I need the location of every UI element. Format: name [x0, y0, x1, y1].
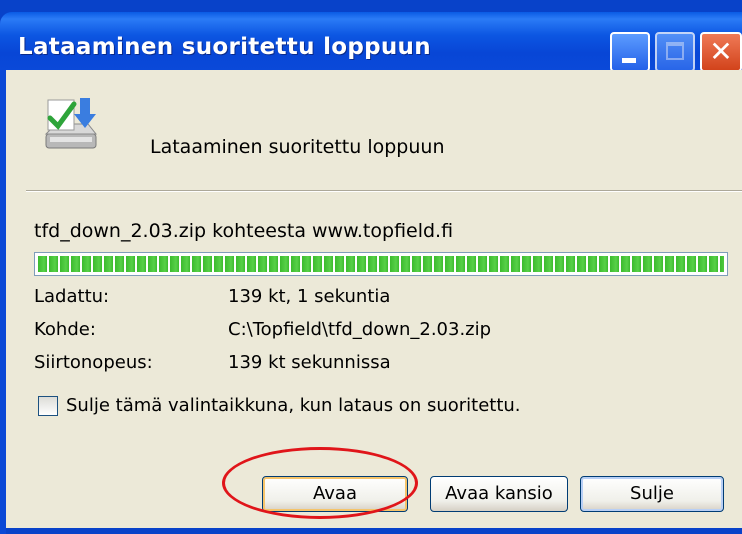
file-source-text: tfd_down_2.03.zip kohteesta www.topfield… — [34, 220, 454, 242]
minimize-button[interactable] — [610, 32, 650, 72]
close-icon: ✕ — [709, 35, 733, 68]
open-folder-button[interactable]: Avaa kansio — [430, 476, 568, 512]
minimize-icon — [622, 58, 636, 63]
maximize-icon — [666, 42, 684, 60]
speed-value: 139 kt sekunnissa — [228, 352, 391, 373]
download-complete-icon — [44, 98, 98, 149]
speed-label: Siirtonopeus: — [34, 352, 153, 373]
close-when-done-label[interactable]: Sulje tämä valintaikkuna, kun lataus on … — [66, 395, 521, 416]
title-bar[interactable]: Lataaminen suoritettu loppuun ✕ — [0, 12, 742, 72]
progress-fill — [38, 256, 724, 272]
close-when-done-checkbox[interactable] — [38, 396, 58, 416]
close-window-button[interactable]: ✕ — [700, 32, 742, 72]
target-label: Kohde: — [34, 319, 96, 340]
window-title: Lataaminen suoritettu loppuun — [18, 34, 431, 60]
downloaded-value: 139 kt, 1 sekuntia — [228, 286, 391, 307]
download-progress-bar — [34, 252, 728, 276]
downloaded-label: Ladattu: — [34, 286, 110, 307]
divider — [26, 190, 742, 192]
red-highlight-circle — [222, 447, 418, 519]
close-button[interactable]: Sulje — [580, 476, 724, 512]
download-complete-dialog: Lataaminen suoritettu loppuun ✕ Lataamin… — [0, 0, 742, 534]
maximize-button[interactable] — [655, 32, 695, 72]
target-value: C:\Topfield\tfd_down_2.03.zip — [228, 319, 492, 340]
header-message: Lataaminen suoritettu loppuun — [150, 136, 445, 158]
